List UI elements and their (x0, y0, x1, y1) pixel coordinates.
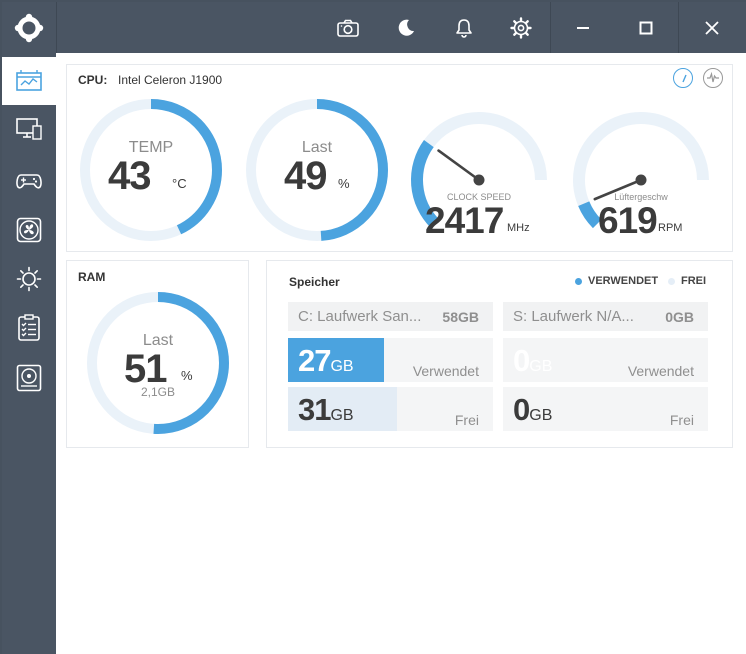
legend-free-swatch (668, 277, 675, 285)
storage-title: Speicher (289, 275, 340, 289)
legend-free-label: FREI (681, 275, 707, 287)
drive-s-used-label: Verwendet (627, 363, 694, 379)
drive-s-free-label: Frei (669, 412, 694, 428)
fan-icon (16, 217, 42, 243)
cpu-fan-gauge: Lüftergeschw 619 RPM (567, 96, 715, 244)
cpu-load-gauge: Last 49 % (243, 96, 391, 244)
cpu-temp-value: 43 (108, 154, 151, 198)
drive-c-size: 58GB (442, 308, 479, 325)
dashboard-icon (16, 70, 42, 91)
dashboard-content: CPU: Intel Celeron J1900 TEMP 43 °C Last… (56, 53, 746, 654)
close-icon[interactable] (684, 2, 740, 53)
gear-icon[interactable] (493, 2, 549, 53)
drive-c-header[interactable]: C: Laufwerk San... 58GB (288, 302, 493, 331)
cpu-fan-unit: RPM (658, 222, 683, 234)
legend-used-label: VERWENDET (588, 275, 659, 287)
drive-s-name: S: Laufwerk N/A... (513, 308, 634, 325)
gamepad-icon (16, 174, 42, 189)
brightness-icon (16, 266, 42, 292)
camera-icon[interactable] (320, 2, 376, 53)
sidebar-item-fan[interactable] (2, 206, 56, 254)
cpu-panel: CPU: Intel Celeron J1900 TEMP 43 °C Last… (66, 64, 733, 252)
drive-c-used-value: 27GB (298, 343, 354, 378)
cpu-temp-unit: °C (172, 176, 187, 191)
app-logo-icon[interactable] (2, 2, 56, 53)
drive-s-header[interactable]: S: Laufwerk N/A... 0GB (503, 302, 708, 331)
legend-used-swatch (575, 277, 582, 285)
drive-s-free-cell: 0GB Frei (503, 387, 708, 431)
drive-c-used-cell: 27GB Verwendet (288, 338, 493, 382)
cpu-clock-gauge: CLOCK SPEED 2417 MHz (405, 96, 553, 244)
checklist-icon (18, 314, 40, 341)
drive-c-free-cell: 31GB Frei (288, 387, 493, 431)
ram-load-gauge: Last 51 % 2,1GB (84, 289, 232, 437)
ram-panel: RAM Last 51 % 2,1GB (66, 260, 249, 448)
sidebar-item-storage[interactable] (2, 354, 56, 402)
cpu-temp-label: TEMP (128, 139, 174, 156)
ram-title: RAM (78, 270, 106, 284)
title-bar (2, 2, 746, 53)
ram-used-size: 2,1GB (140, 385, 176, 399)
speedometer-icon[interactable] (673, 68, 693, 88)
drive-c-free-label: Frei (454, 412, 479, 428)
minimize-icon[interactable] (555, 2, 611, 53)
moon-icon[interactable] (378, 2, 434, 53)
pulse-icon[interactable] (703, 68, 723, 88)
legend-free: FREI (668, 275, 706, 287)
monitor-icon (16, 118, 42, 140)
drive-s-size: 0GB (665, 308, 694, 325)
cpu-load-unit: % (338, 176, 350, 191)
sidebar-item-dashboard[interactable] (2, 57, 56, 105)
drive-c-free-value: 31GB (298, 392, 354, 427)
maximize-icon[interactable] (618, 2, 674, 53)
bell-icon[interactable] (436, 2, 492, 53)
cpu-load-value: 49 (284, 154, 327, 198)
storage-panel: Speicher VERWENDET FREI C: Laufwerk San.… (266, 260, 733, 448)
cpu-clock-value: 2417 (425, 200, 504, 241)
legend-used: VERWENDET (575, 275, 658, 287)
sidebar-item-gaming[interactable] (2, 157, 56, 205)
storage-icon (16, 364, 42, 392)
ram-load-unit: % (181, 368, 193, 383)
drive-c-used-label: Verwendet (412, 363, 479, 379)
drive-s-free-value: 0GB (513, 392, 553, 427)
cpu-fan-value: 619 (598, 200, 658, 241)
drive-s-used-value: 0GB (513, 343, 553, 378)
app-window: CPU: Intel Celeron J1900 TEMP 43 °C Last… (0, 0, 746, 654)
drive-s-used-cell: 0GB Verwendet (503, 338, 708, 382)
sidebar-item-tasks[interactable] (2, 304, 56, 352)
sidebar-item-monitor[interactable] (2, 105, 56, 153)
sidebar (2, 53, 56, 654)
cpu-temp-gauge: TEMP 43 °C (77, 96, 225, 244)
drive-c-name: C: Laufwerk San... (298, 308, 422, 325)
cpu-clock-unit: MHz (507, 222, 530, 234)
sidebar-item-display[interactable] (2, 255, 56, 303)
cpu-title: CPU: (78, 73, 108, 87)
cpu-model: Intel Celeron J1900 (118, 73, 223, 87)
